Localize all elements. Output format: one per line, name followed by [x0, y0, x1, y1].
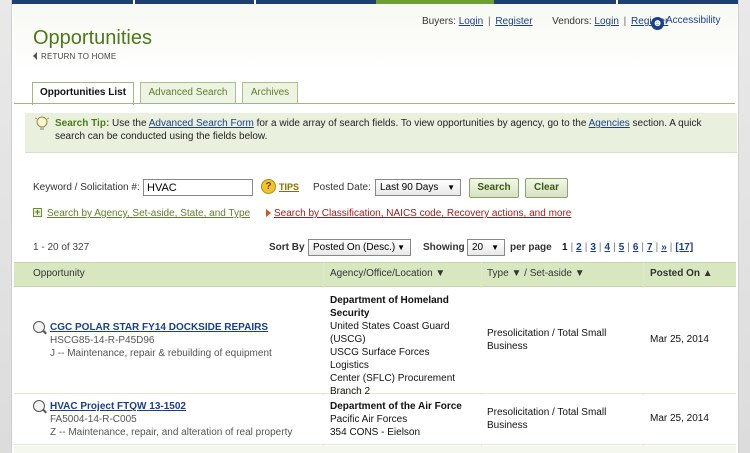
agency-line: Center (SFLC) Procurement: [330, 373, 456, 384]
buyers-register-link[interactable]: Register: [495, 16, 532, 27]
posted-date-select[interactable]: Last 90 Days ▼: [375, 179, 461, 196]
agency-line: Pacific Air Forces: [330, 414, 408, 425]
solicitation-number: HSCG85-14-R-P45D96: [50, 335, 155, 346]
lightbulb-icon: [35, 116, 49, 130]
posted-date: Mar 25, 2014: [650, 413, 709, 424]
chevron-down-icon: ▼: [447, 183, 455, 192]
table-row: [14, 446, 736, 453]
buyers-login-link[interactable]: Login: [459, 16, 483, 27]
tip-text-part: for a wide array of search fields. To vi…: [253, 118, 589, 129]
page-link[interactable]: 4: [605, 242, 611, 253]
per-page-select[interactable]: 20 ▼: [467, 239, 505, 256]
agency-cell: Department of the Air Force Pacific Air …: [330, 400, 470, 439]
agency-line: 354 CONS - Eielson: [330, 427, 421, 438]
chevron-down-icon: ▼: [491, 243, 499, 252]
page-current: 1: [562, 242, 568, 253]
question-icon[interactable]: ?: [261, 179, 276, 194]
posted-date: Mar 25, 2014: [650, 334, 709, 345]
agency-name: Department of the Air Force: [330, 401, 462, 412]
plus-icon[interactable]: +: [33, 208, 42, 217]
results-count: 1 - 20 of 327: [33, 242, 90, 253]
per-page-label: per page: [510, 242, 552, 253]
page-link[interactable]: 6: [633, 242, 639, 253]
magnifier-icon: [33, 321, 45, 333]
column-header-posted-on[interactable]: Posted On ▲: [650, 268, 713, 279]
keyword-label: Keyword / Solicitation #:: [33, 182, 140, 193]
showing-label: Showing: [423, 242, 465, 253]
clear-button[interactable]: Clear: [525, 178, 568, 198]
agency-line: (USCG): [330, 334, 366, 345]
column-header-opportunity: Opportunity: [33, 268, 85, 279]
next-page-link[interactable]: »: [661, 242, 667, 253]
page-link[interactable]: 7: [647, 242, 653, 253]
search-tip-text: Search Tip: Use the Advanced Search Form…: [55, 117, 723, 143]
return-home-link[interactable]: RETURN TO HOME: [33, 52, 116, 61]
classification-code: J -- Maintenance, repair & rebuilding of…: [50, 348, 272, 359]
solicitation-number: FA5004-14-R-C005: [50, 414, 137, 425]
page-link[interactable]: 3: [590, 242, 596, 253]
tab-archives[interactable]: Archives: [242, 82, 298, 103]
opportunity-title-link[interactable]: HVAC Project FTQW 13-1502: [50, 401, 186, 412]
tip-text-part: Use the: [109, 118, 149, 129]
agency-line: USCG Surface Forces Logistics: [330, 347, 430, 371]
separator: |: [487, 16, 491, 27]
search-by-agency-link[interactable]: Search by Agency, Set-aside, State, and …: [47, 208, 250, 219]
advanced-search-form-link[interactable]: Advanced Search Form: [149, 118, 254, 129]
accessibility-label: Accessibility: [666, 15, 721, 26]
type-set-aside: Presolicitation / Total Small Business: [487, 328, 607, 352]
sort-by-select[interactable]: Posted On (Desc.) ▼: [308, 239, 411, 256]
agencies-link[interactable]: Agencies: [589, 118, 630, 129]
tips-link[interactable]: TIPS: [279, 182, 299, 192]
search-button[interactable]: Search: [469, 178, 519, 198]
tab-baseline: [14, 103, 735, 104]
classification-code: Z -- Maintenance, repair, and alteration…: [50, 427, 293, 438]
right-page-margin: [738, 0, 750, 453]
search-by-classification-link[interactable]: Search by Classification, NAICS code, Re…: [274, 208, 571, 219]
sort-by-value: Posted On (Desc.): [313, 242, 396, 253]
keyword-input[interactable]: [143, 179, 253, 196]
agency-name: Department of Homeland Security: [330, 295, 449, 319]
arrow-right-icon: [266, 209, 271, 217]
back-arrow-icon: [33, 52, 37, 60]
opportunity-title-link[interactable]: CGC POLAR STAR FY14 DOCKSIDE REPAIRS: [50, 322, 268, 333]
agency-line: United States Coast Guard: [330, 321, 450, 332]
chevron-down-icon: ▼: [397, 243, 405, 252]
sort-by-label: Sort By: [269, 242, 305, 253]
separator: |: [623, 16, 627, 27]
vendors-label: Vendors:: [552, 16, 592, 27]
page-title: Opportunities: [33, 27, 152, 49]
search-tip-label: Search Tip:: [55, 118, 110, 129]
buyers-label: Buyers:: [422, 16, 456, 27]
page-link[interactable]: 2: [576, 242, 582, 253]
column-header-agency[interactable]: Agency/Office/Location ▼: [330, 268, 445, 279]
last-page-link[interactable]: [17]: [675, 242, 693, 253]
return-home-label: RETURN TO HOME: [41, 52, 117, 61]
accessibility-link[interactable]: ☻ Accessibility: [651, 15, 720, 30]
accessibility-icon: ☻: [651, 17, 664, 30]
posted-date-label: Posted Date:: [313, 182, 371, 193]
tab-advanced-search[interactable]: Advanced Search: [140, 82, 236, 103]
pagination: 1 | 2 | 3 | 4 | 5 | 6 | 7 |» | [17]: [562, 242, 694, 253]
posted-date-value: Last 90 Days: [380, 182, 439, 193]
vendors-login-link[interactable]: Login: [594, 16, 618, 27]
magnifier-icon: [33, 400, 45, 412]
user-links: Buyers: Login | Register Vendors: Login …: [422, 16, 668, 27]
type-set-aside: Presolicitation / Total Small Business: [487, 407, 607, 431]
per-page-value: 20: [472, 242, 484, 253]
tab-opportunities-list[interactable]: Opportunities List: [32, 82, 134, 105]
agency-cell: Department of Homeland Security United S…: [330, 294, 470, 398]
page-link[interactable]: 5: [619, 242, 625, 253]
column-header-type[interactable]: Type ▼ / Set-aside ▼: [487, 268, 585, 279]
left-page-margin: [0, 0, 12, 453]
